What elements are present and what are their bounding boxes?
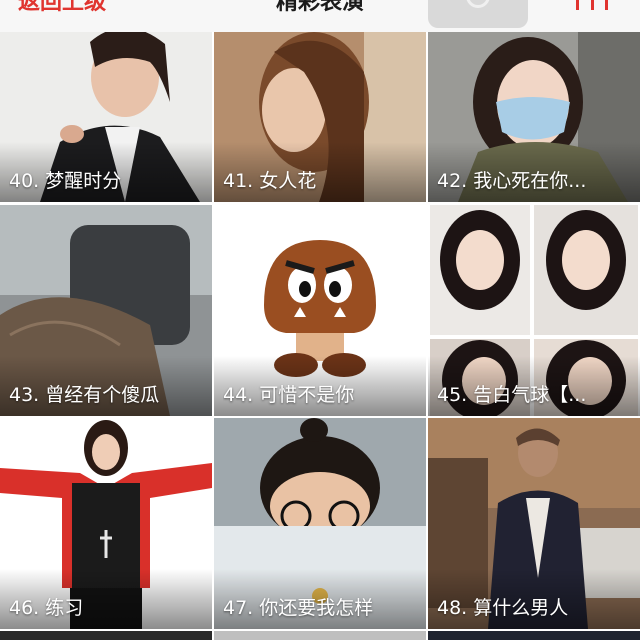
- performance-tile-42[interactable]: 42. 我心死在你...: [428, 32, 640, 202]
- performance-tile-48[interactable]: 48. 算什么男人: [428, 418, 640, 629]
- tile-caption: 47. 你还要我怎样: [223, 597, 374, 619]
- next-row-preview: [0, 631, 640, 640]
- tile-caption: 43. 曾经有个傻瓜: [9, 384, 160, 406]
- performance-tile-47[interactable]: 47. 你还要我怎样: [214, 418, 426, 629]
- performance-tile-46[interactable]: 46. 练习: [0, 418, 212, 629]
- disc-icon: [466, 0, 490, 8]
- performance-tile-41[interactable]: 41. 女人花: [214, 32, 426, 202]
- now-playing-thumbnail[interactable]: [428, 0, 528, 28]
- performance-tile-43[interactable]: 43. 曾经有个傻瓜: [0, 205, 212, 416]
- tile-caption: 48. 算什么男人: [437, 597, 569, 619]
- tile-caption: 46. 练习: [9, 597, 84, 619]
- tile-caption: 45. 告白气球【...: [437, 384, 587, 406]
- performance-tile-40[interactable]: 40. 梦醒时分: [0, 32, 212, 202]
- performance-tile-44[interactable]: 44. 可惜不是你: [214, 205, 426, 416]
- performance-tile-45[interactable]: 45. 告白气球【...: [428, 205, 640, 416]
- tile-caption: 42. 我心死在你...: [437, 170, 587, 192]
- tile-caption: 41. 女人花: [223, 170, 317, 192]
- menu-bars-icon[interactable]: [576, 0, 608, 10]
- tile-caption: 44. 可惜不是你: [223, 384, 355, 406]
- page-title: 精彩表演: [275, 0, 364, 15]
- top-nav-bar: 返回上级 精彩表演: [0, 0, 640, 32]
- tile-caption: 40. 梦醒时分: [9, 170, 122, 192]
